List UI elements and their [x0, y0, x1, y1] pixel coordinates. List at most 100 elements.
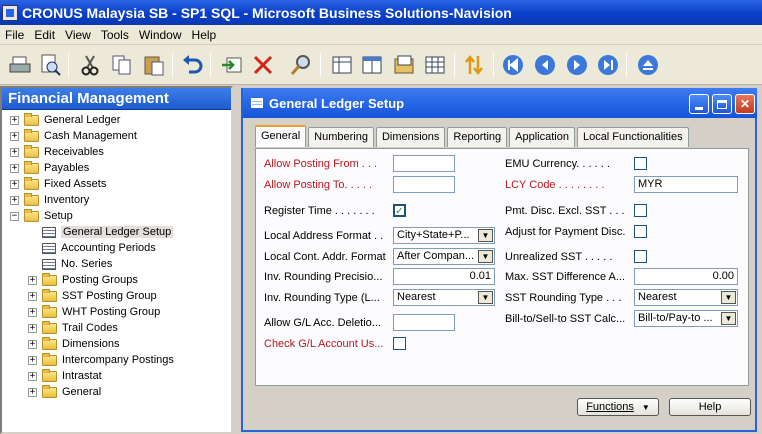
- form-icon[interactable]: [392, 53, 416, 77]
- tree-item-wht-posting-group[interactable]: + WHT Posting Group: [28, 304, 160, 320]
- eject-icon[interactable]: [636, 53, 660, 77]
- paste-icon[interactable]: [142, 53, 166, 77]
- expand-icon[interactable]: +: [10, 115, 19, 125]
- expand-icon[interactable]: +: [10, 131, 19, 141]
- unrealized-sst-checkbox[interactable]: [634, 250, 647, 263]
- local-cont-addr-format-select[interactable]: After Compan... ▼: [393, 248, 495, 265]
- adjust-for-payment-disc-checkbox[interactable]: [634, 225, 647, 238]
- inv-rounding-type-select[interactable]: Nearest ▼: [393, 289, 495, 306]
- chevron-down-icon[interactable]: ▼: [478, 291, 493, 304]
- last-record-icon[interactable]: [596, 53, 620, 77]
- collapse-icon[interactable]: −: [10, 211, 19, 221]
- chevron-down-icon[interactable]: ▼: [721, 291, 736, 304]
- menu-tools[interactable]: Tools: [96, 28, 134, 42]
- tree-item-general[interactable]: + General: [28, 384, 101, 400]
- child-window-title: General Ledger Setup: [269, 95, 405, 111]
- expand-icon[interactable]: +: [28, 307, 37, 317]
- tree-item-posting-groups[interactable]: + Posting Groups: [28, 272, 138, 288]
- tree-item-intrastat[interactable]: + Intrastat: [28, 368, 102, 384]
- expand-icon[interactable]: +: [28, 275, 37, 285]
- max-sst-difference-field[interactable]: 0.00: [634, 268, 738, 285]
- emu-currency-checkbox[interactable]: [634, 157, 647, 170]
- tree-item-accounting-periods[interactable]: Accounting Periods: [42, 240, 156, 256]
- allow-posting-from-field[interactable]: [393, 155, 455, 172]
- chevron-down-icon[interactable]: ▼: [478, 229, 493, 242]
- functions-button[interactable]: Functions ▼: [577, 398, 659, 416]
- folder-icon: [24, 144, 39, 158]
- delete-icon[interactable]: [251, 53, 275, 77]
- allow-gl-acc-deletion-field[interactable]: [393, 314, 455, 331]
- tab-strip: General Numbering Dimensions Reporting A…: [255, 125, 691, 147]
- close-button[interactable]: ✕: [735, 94, 755, 114]
- undo-icon[interactable]: [180, 53, 204, 77]
- expand-icon[interactable]: +: [28, 355, 37, 365]
- form-icon: [251, 98, 263, 108]
- chevron-down-icon[interactable]: ▼: [478, 250, 493, 263]
- maximize-button[interactable]: [712, 94, 732, 114]
- tree-item-dimensions[interactable]: + Dimensions: [28, 336, 119, 352]
- menu-edit[interactable]: Edit: [29, 28, 60, 42]
- tree-item-payables[interactable]: + Payables: [10, 160, 89, 176]
- cut-icon[interactable]: [78, 53, 102, 77]
- form-icon: [42, 242, 56, 254]
- tab-local-functionalities[interactable]: Local Functionalities: [576, 127, 689, 147]
- expand-icon[interactable]: +: [28, 387, 37, 397]
- inv-rounding-precision-field[interactable]: 0.01: [393, 268, 495, 285]
- tree-item-no-series[interactable]: No. Series: [42, 256, 112, 272]
- expand-icon[interactable]: +: [10, 195, 19, 205]
- allow-posting-to-field[interactable]: [393, 176, 455, 193]
- expand-icon[interactable]: +: [10, 147, 19, 157]
- expand-icon[interactable]: +: [28, 291, 37, 301]
- insert-icon[interactable]: [220, 53, 244, 77]
- first-record-icon[interactable]: [501, 53, 525, 77]
- lcy-code-label: LCY Code . . . . . . . .: [505, 179, 605, 191]
- copy-icon[interactable]: [110, 53, 134, 77]
- lcy-code-field[interactable]: MYR: [634, 176, 738, 193]
- menu-help[interactable]: Help: [187, 28, 222, 42]
- local-address-format-select[interactable]: City+State+P... ▼: [393, 227, 495, 244]
- tree-item-intercompany-postings[interactable]: + Intercompany Postings: [28, 352, 174, 368]
- tab-numbering[interactable]: Numbering: [308, 127, 374, 147]
- expand-icon[interactable]: +: [10, 163, 19, 173]
- tab-general[interactable]: General: [255, 125, 307, 147]
- tree-item-receivables[interactable]: + Receivables: [10, 144, 104, 160]
- tab-dimensions[interactable]: Dimensions: [375, 127, 446, 147]
- register-time-checkbox[interactable]: ✓: [393, 204, 406, 217]
- menu-view[interactable]: View: [60, 28, 96, 42]
- check-gl-account-usage-checkbox[interactable]: [393, 337, 406, 350]
- chevron-down-icon[interactable]: ▼: [721, 312, 736, 325]
- tree-item-inventory[interactable]: + Inventory: [10, 192, 89, 208]
- menu-window[interactable]: Window: [134, 28, 187, 42]
- table-icon[interactable]: [423, 53, 447, 77]
- tree-item-general-ledger[interactable]: + General Ledger: [10, 112, 120, 128]
- tree-item-cash-management[interactable]: + Cash Management: [10, 128, 137, 144]
- help-button[interactable]: Help: [669, 398, 751, 416]
- tree-item-setup[interactable]: − Setup: [10, 208, 73, 224]
- tab-reporting[interactable]: Reporting: [447, 127, 508, 147]
- tree-item-trail-codes[interactable]: + Trail Codes: [28, 320, 118, 336]
- expand-icon[interactable]: +: [10, 179, 19, 189]
- bill-to-sell-to-sst-calc-select[interactable]: Bill-to/Pay-to ... ▼: [634, 310, 738, 327]
- next-record-icon[interactable]: [565, 53, 589, 77]
- expand-icon[interactable]: +: [28, 339, 37, 349]
- expand-icon[interactable]: +: [28, 323, 37, 333]
- sst-rounding-type-label: SST Rounding Type . . .: [505, 292, 622, 304]
- list-view-icon[interactable]: [330, 53, 354, 77]
- previous-record-icon[interactable]: [533, 53, 557, 77]
- tab-application[interactable]: Application: [509, 127, 575, 147]
- pmt-disc-excl-sst-checkbox[interactable]: [634, 204, 647, 217]
- minimize-button[interactable]: [689, 94, 709, 114]
- tree-item-general-ledger-setup[interactable]: General Ledger Setup: [42, 224, 174, 240]
- tree-item-fixed-assets[interactable]: + Fixed Assets: [10, 176, 106, 192]
- sst-rounding-type-select[interactable]: Nearest ▼: [634, 289, 738, 306]
- card-view-icon[interactable]: [360, 53, 384, 77]
- find-icon[interactable]: [289, 53, 313, 77]
- sort-icon[interactable]: [462, 53, 486, 77]
- expand-icon[interactable]: +: [28, 371, 37, 381]
- print-preview-icon[interactable]: [38, 53, 62, 77]
- folder-icon: [42, 320, 57, 334]
- tree-item-sst-posting-group[interactable]: + SST Posting Group: [28, 288, 157, 304]
- chevron-down-icon: ▼: [641, 402, 650, 412]
- menu-file[interactable]: File: [0, 28, 29, 42]
- print-icon[interactable]: [8, 53, 32, 77]
